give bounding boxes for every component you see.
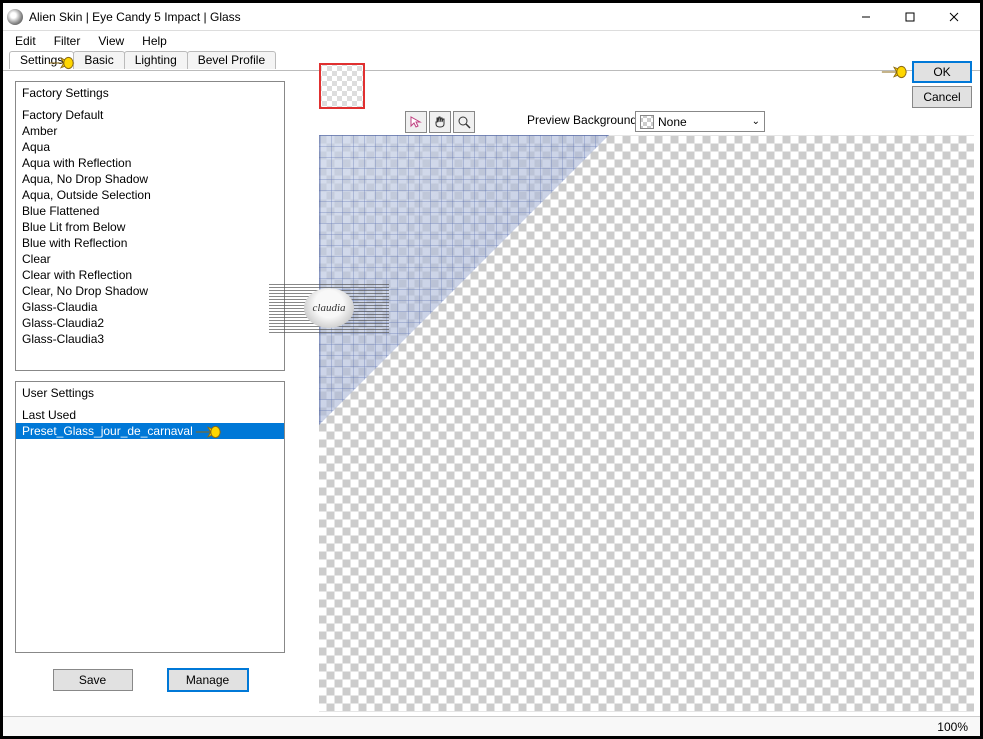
tab-bevel-profile[interactable]: Bevel Profile: [187, 51, 276, 69]
chevron-down-icon: ⌄: [752, 116, 760, 127]
tabbar: Settings Basic Lighting Bevel Profile: [3, 51, 980, 69]
zoom-level: 100%: [937, 720, 968, 734]
save-button[interactable]: Save: [53, 669, 133, 691]
tab-basic[interactable]: Basic: [73, 51, 124, 69]
list-item[interactable]: Glass-Claudia3: [16, 331, 284, 347]
cancel-button[interactable]: Cancel: [912, 86, 972, 108]
preview-bg-value: None: [658, 115, 687, 129]
pointer-annotation-icon: [880, 62, 908, 82]
checker-swatch-icon: [640, 115, 654, 129]
app-icon: [7, 9, 23, 25]
list-item[interactable]: Clear with Reflection: [16, 267, 284, 283]
right-panel: Preview Background: None ⌄ OK Cancel: [295, 70, 980, 716]
list-item[interactable]: Glass-Claudia: [16, 299, 284, 315]
menu-filter[interactable]: Filter: [46, 32, 89, 50]
zoom-tool-icon[interactable]: [453, 111, 475, 133]
list-item[interactable]: Clear: [16, 251, 284, 267]
user-settings-list[interactable]: User Settings Last Used Preset_Glass_jou…: [15, 381, 285, 653]
list-item[interactable]: Blue Flattened: [16, 203, 284, 219]
menu-edit[interactable]: Edit: [7, 32, 44, 50]
minimize-button[interactable]: [844, 4, 888, 30]
glass-effect-preview: [319, 135, 609, 425]
watermark: claudia: [269, 283, 389, 333]
list-item[interactable]: Amber: [16, 123, 284, 139]
list-item[interactable]: Glass-Claudia2: [16, 315, 284, 331]
pointer-annotation-icon: [194, 422, 222, 442]
menubar: Edit Filter View Help: [3, 31, 980, 51]
list-item[interactable]: Blue Lit from Below: [16, 219, 284, 235]
list-item-label: Preset_Glass_jour_de_carnaval: [22, 424, 193, 438]
preview-thumbnail[interactable]: [319, 63, 365, 109]
maximize-button[interactable]: [888, 4, 932, 30]
titlebar: Alien Skin | Eye Candy 5 Impact | Glass: [3, 3, 980, 31]
manage-button[interactable]: Manage: [168, 669, 248, 691]
pointer-tool-icon[interactable]: [405, 111, 427, 133]
statusbar: 100%: [3, 716, 980, 736]
list-item[interactable]: Aqua: [16, 139, 284, 155]
window-title: Alien Skin | Eye Candy 5 Impact | Glass: [29, 10, 844, 24]
factory-settings-list[interactable]: Factory Settings Factory Default Amber A…: [15, 81, 285, 371]
ok-button[interactable]: OK: [912, 61, 972, 83]
menu-help[interactable]: Help: [134, 32, 175, 50]
close-button[interactable]: [932, 4, 976, 30]
list-item-selected[interactable]: Preset_Glass_jour_de_carnaval: [16, 423, 284, 439]
tab-lighting[interactable]: Lighting: [124, 51, 188, 69]
list-item[interactable]: Blue with Reflection: [16, 235, 284, 251]
left-panel: Factory Settings Factory Default Amber A…: [3, 70, 295, 716]
list-item[interactable]: Aqua with Reflection: [16, 155, 284, 171]
list-item[interactable]: Factory Default: [16, 107, 284, 123]
factory-header: Factory Settings: [16, 82, 284, 107]
list-item[interactable]: Aqua, Outside Selection: [16, 187, 284, 203]
hand-tool-icon[interactable]: [429, 111, 451, 133]
preview-bg-label: Preview Background:: [527, 113, 640, 127]
list-item[interactable]: Last Used: [16, 407, 284, 423]
user-header: User Settings: [16, 382, 284, 407]
preview-canvas[interactable]: claudia: [319, 135, 974, 712]
watermark-text: claudia: [304, 288, 354, 328]
pointer-annotation-icon: [47, 53, 75, 73]
menu-view[interactable]: View: [90, 32, 132, 50]
list-item[interactable]: Clear, No Drop Shadow: [16, 283, 284, 299]
list-item[interactable]: Aqua, No Drop Shadow: [16, 171, 284, 187]
preview-bg-select[interactable]: None ⌄: [635, 111, 765, 132]
